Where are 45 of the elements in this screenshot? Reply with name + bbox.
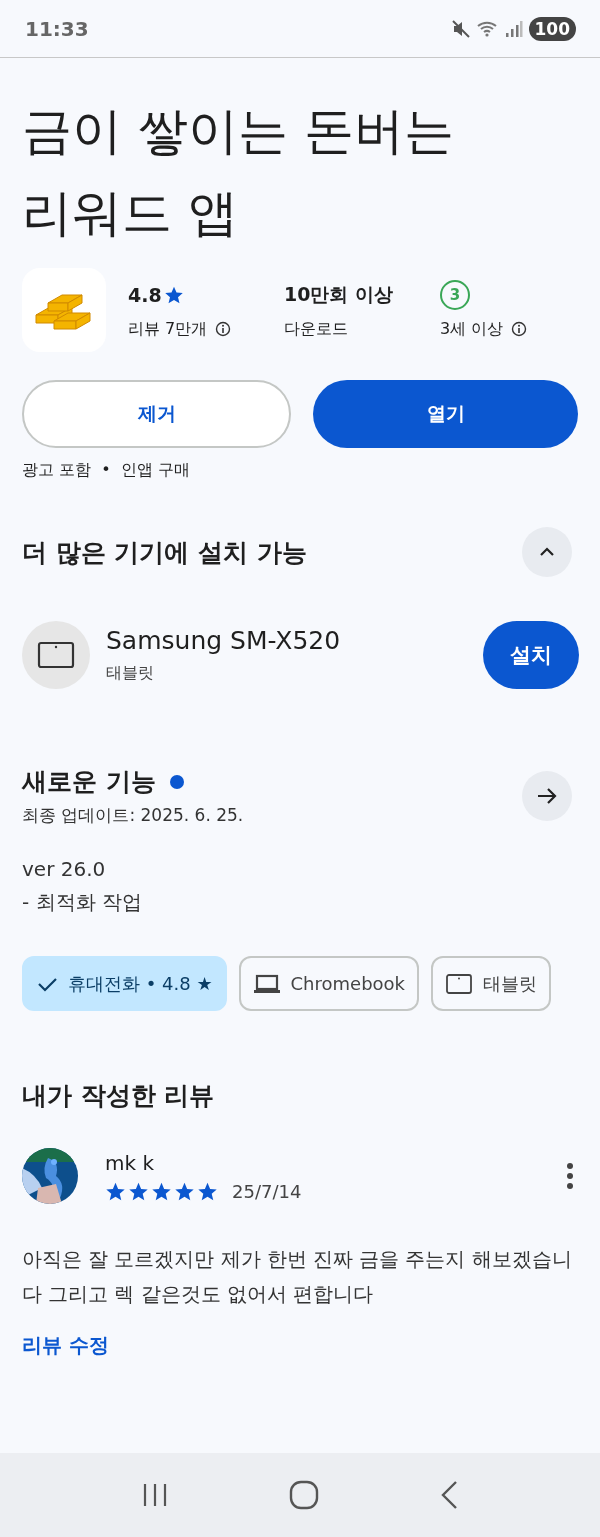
info-icon[interactable] — [215, 321, 232, 337]
stat-label: 3세 이상 — [440, 318, 504, 340]
review-text: 아직은 잘 모르겠지만 제가 한번 진짜 금을 주는지 해보겠습니다 그리고 렉 같은것도 없어서 편합니다 — [21, 1247, 573, 1308]
stat-label: 다운로드 — [284, 318, 348, 340]
stat-label: 리뷰 7만개 — [128, 318, 208, 340]
reviewer-name: mk k — [105, 1150, 155, 1175]
device-tab[interactable]: Chromebook — [238, 956, 420, 1011]
star-icon — [128, 1180, 149, 1202]
app-title: 리워드 앱 — [22, 183, 239, 244]
mute-icon — [450, 18, 471, 39]
signal-icon — [504, 19, 523, 38]
battery-level: 100 — [528, 16, 576, 41]
device-tab[interactable]: 태블릿 — [431, 956, 552, 1011]
open-button[interactable]: 열기 — [313, 380, 578, 448]
section-title: 더 많은 기기에 설치 가능 — [22, 536, 307, 569]
app-icon[interactable] — [22, 268, 106, 352]
age-rating-badge: 3 — [440, 279, 470, 310]
tablet-icon — [37, 641, 75, 669]
device-tab[interactable]: 휴대전화 • 4.8 ★ — [22, 956, 227, 1011]
device-type: 태블릿 — [106, 663, 155, 684]
stat-value: 10만회 이상 — [284, 281, 394, 307]
star-icon — [197, 1180, 218, 1202]
arrow-button[interactable] — [522, 771, 572, 821]
review-date: 25/7/14 — [232, 1180, 302, 1202]
laptop-icon — [252, 972, 281, 995]
device-name: Samsung SM-X520 — [106, 626, 342, 655]
section-title: 내가 작성한 리뷰 — [21, 1080, 216, 1112]
section-title: 새로운 기능 — [22, 766, 156, 798]
star-icon — [105, 1180, 126, 1202]
tablet-icon — [445, 972, 474, 995]
stat-value: 4.8 — [128, 283, 162, 306]
release-note: - 최적화 작업 — [22, 889, 143, 916]
update-date: 최종 업데이트: 2025. 6. 25. — [22, 804, 244, 827]
app-title: 금이 쌓이는 돈버는 — [22, 101, 455, 162]
install-button[interactable]: 설치 — [483, 621, 579, 689]
more-icon — [566, 1162, 574, 1190]
info-icon[interactable] — [511, 321, 528, 337]
home-icon[interactable] — [289, 1480, 319, 1510]
uninstall-button[interactable]: 제거 — [22, 380, 291, 448]
clock-time: 11:33 — [25, 16, 89, 41]
star-icon — [151, 1180, 172, 1202]
edit-review-link[interactable]: 리뷰 수정 — [22, 1333, 109, 1357]
app-notes: 광고 포함 • 인앱 구매 — [21, 459, 191, 481]
star-icon — [174, 1180, 195, 1202]
release-note: ver 26.0 — [22, 857, 107, 881]
